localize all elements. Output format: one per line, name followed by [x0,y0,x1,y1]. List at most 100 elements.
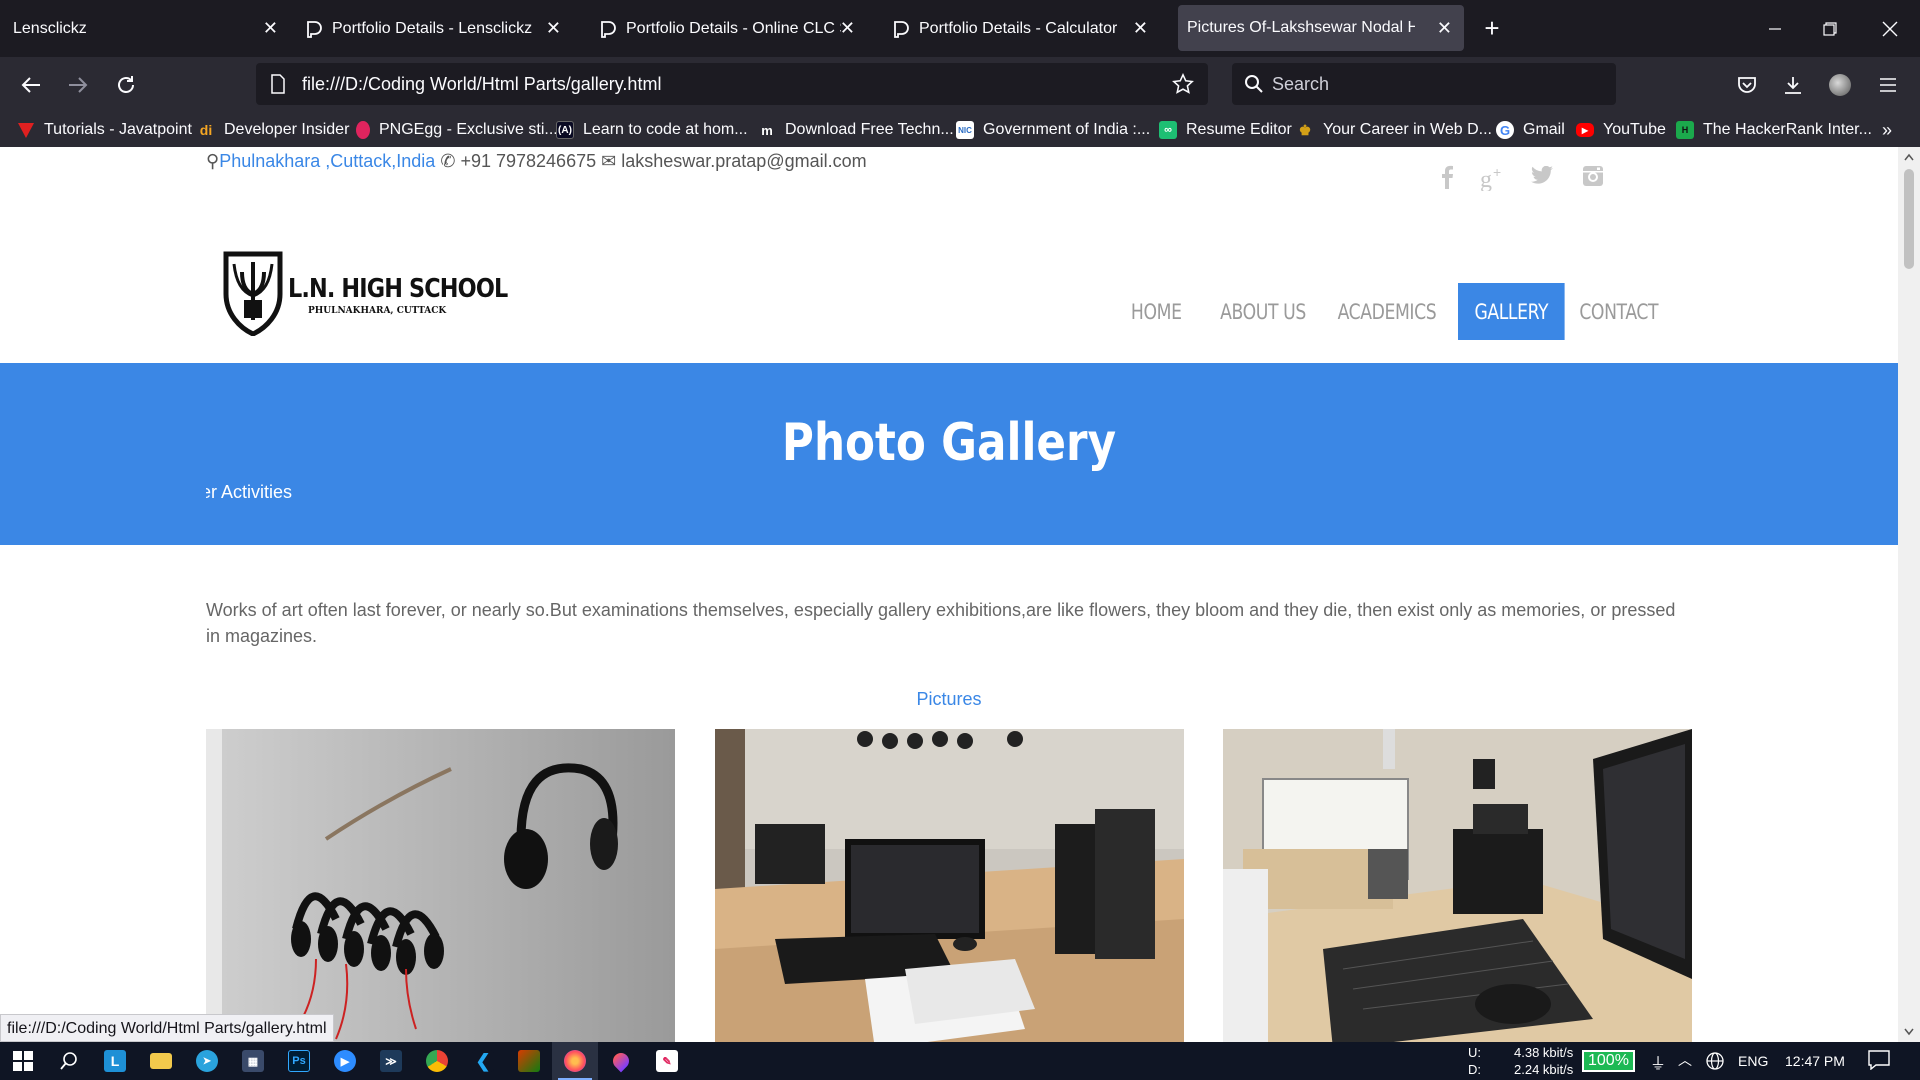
page-icon [271,74,285,94]
close-tab-icon[interactable]: ✕ [1437,18,1452,38]
tab-label: Pictures Of-Lakshsewar Nodal High S [1187,19,1415,36]
gallery-photo-computer-lab-desk[interactable] [715,729,1184,1042]
close-tab-icon[interactable]: ✕ [1133,18,1148,38]
net-download-label: D: [1468,1062,1481,1077]
search-input[interactable]: Search [1272,74,1329,95]
tab-portfolio-calculator[interactable]: Portfolio Details - Calculator ✕ [890,0,1160,57]
input-language[interactable]: ENG [1738,1053,1768,1069]
notifications-icon[interactable] [1868,1050,1890,1073]
close-tab-icon[interactable]: ✕ [840,18,855,38]
tab-gallery-active[interactable]: Pictures Of-Lakshsewar Nodal High S ✕ [1178,5,1464,51]
bookmark-youtube[interactable]: ▶ YouTube [1576,119,1666,141]
bookmark-javatpoint[interactable]: Tutorials - Javatpoint [17,119,192,141]
vscode-icon[interactable]: ❮ [460,1042,506,1080]
pdf-reader-icon[interactable]: ✎ [644,1042,690,1080]
search-icon[interactable] [46,1042,92,1080]
close-tab-icon[interactable]: ✕ [546,18,561,38]
net-upload-label: U: [1468,1045,1481,1060]
pngegg-icon [356,121,370,139]
page-scrollbar[interactable] [1898,147,1920,1042]
system-clock[interactable]: 12:47 PM [1785,1053,1845,1069]
location-link[interactable]: Phulnakhara ,Cuttack,India [219,151,435,171]
bookmark-resume-editor[interactable]: ∞ Resume Editor [1159,119,1292,141]
office-app-icon[interactable] [506,1042,552,1080]
bookmark-pngegg[interactable]: PNGEgg - Exclusive sti... [356,119,558,141]
zoom-icon[interactable]: ▶ [322,1042,368,1080]
bookmark-freecodecamp[interactable]: (A) Learn to code at hom... [556,119,748,141]
map-marker-icon: ⚲ [206,151,220,171]
back-icon[interactable] [15,69,47,101]
page-icon [894,20,909,38]
windows-taskbar: L ➤ ▦ Ps ▶ ≫ ❮ ✎ U: D: 4.38 kbit/s 2.24 … [0,1042,1920,1080]
scroll-up-icon[interactable] [1904,153,1914,161]
freecodecamp-icon: (A) [556,121,574,139]
bookmark-developer-insider[interactable]: di Developer Insider [197,119,350,141]
career-icon: ♚ [1298,121,1312,138]
bookmark-download-tech[interactable]: m Download Free Techn... [758,119,953,141]
menu-hamburger-icon[interactable] [1872,69,1904,101]
phone-number: +91 7978246675 [460,151,597,171]
bookmark-web-career[interactable]: ♚ Your Career in Web D... [1296,119,1492,141]
gallery-photo-lab-printer[interactable] [1223,729,1692,1042]
pocket-icon[interactable] [1731,69,1763,101]
downloads-icon[interactable] [1777,69,1809,101]
forward-icon[interactable] [62,69,94,101]
svg-text:+: + [1493,165,1501,180]
calculator-icon[interactable]: ▦ [230,1042,276,1080]
gallery-photo-headphones[interactable] [206,729,675,1042]
close-window-icon[interactable] [1860,0,1920,57]
scroll-down-icon[interactable] [1904,1028,1914,1036]
tab-label: Portfolio Details - Lensclickz [332,19,533,37]
nav-contact[interactable]: CONTACT [1579,283,1658,340]
page-viewport: ⚲Phulnakhara ,Cuttack,India ✆ +91 797824… [0,147,1898,1042]
telegram-icon[interactable]: ➤ [184,1042,230,1080]
restore-icon[interactable] [1800,0,1860,57]
battery-percent[interactable]: 100% [1582,1050,1635,1072]
photoshop-icon[interactable]: Ps [276,1042,322,1080]
school-logo[interactable]: L.N. HIGH SCHOOL PHULNAKHARA, CUTTACK [222,250,508,338]
instagram-icon[interactable] [1582,165,1604,194]
address-bar[interactable]: file:///D:/Coding World/Html Parts/galle… [256,63,1208,105]
pictures-heading[interactable]: Pictures [0,689,1898,710]
bookmark-star-icon[interactable] [1172,73,1194,95]
account-avatar-icon[interactable] [1824,69,1856,101]
nav-gallery[interactable]: GALLERY [1458,283,1565,340]
nav-home[interactable]: HOME [1130,283,1182,340]
nav-academics[interactable]: ACADEMICS [1338,283,1437,340]
terminal-icon[interactable]: ≫ [368,1042,414,1080]
more-bookmarks-icon[interactable]: » [1882,119,1892,141]
lensclickz-app-icon[interactable]: L [92,1042,138,1080]
minimize-icon[interactable] [1745,0,1805,57]
bookmark-hackerrank[interactable]: H The HackerRank Inter... [1676,119,1872,141]
tab-label: Portfolio Details - Online CLC Sys [626,19,841,37]
tab-portfolio-clc[interactable]: Portfolio Details - Online CLC Sys ✕ [597,0,867,57]
color-drop-app-icon[interactable] [598,1042,644,1080]
url-text[interactable]: file:///D:/Coding World/Html Parts/galle… [302,74,661,95]
firefox-icon[interactable] [552,1042,598,1080]
tab-portfolio-lensclickz[interactable]: Portfolio Details - Lensclickz ✕ [303,0,573,57]
scrollbar-thumb[interactable] [1904,169,1914,269]
twitter-icon[interactable] [1530,165,1554,193]
google-plus-icon[interactable]: g + [1480,164,1508,198]
facebook-icon[interactable] [1440,165,1454,196]
chrome-icon[interactable] [414,1042,460,1080]
windows-start-icon[interactable] [0,1042,46,1080]
chevron-up-icon[interactable]: ︿ [1678,1050,1692,1070]
svg-text:g: g [1480,167,1492,191]
tab-lensclickz[interactable]: Lensclickz ✕ [0,0,290,57]
tab-label: Portfolio Details - Calculator [919,19,1118,37]
nav-about-us[interactable]: ABOUT US [1220,283,1306,340]
bookmark-label: The HackerRank Inter... [1703,121,1872,138]
javatpoint-icon [18,123,34,138]
email-address: laksheswar.pratap@gmail.com [621,151,867,171]
close-tab-icon[interactable]: ✕ [263,18,278,38]
reload-icon[interactable] [110,69,142,101]
contact-info-bar: ⚲Phulnakhara ,Cuttack,India ✆ +91 797824… [206,151,867,172]
new-tab-button[interactable]: + [1462,0,1522,57]
globe-icon[interactable] [1705,1051,1725,1074]
file-explorer-icon[interactable] [138,1042,184,1080]
resume-editor-icon: ∞ [1159,121,1177,139]
bookmark-government-india[interactable]: NIC Government of India :... [956,119,1150,141]
search-bar[interactable]: Search [1232,63,1616,105]
bookmark-gmail[interactable]: G Gmail [1496,119,1565,141]
